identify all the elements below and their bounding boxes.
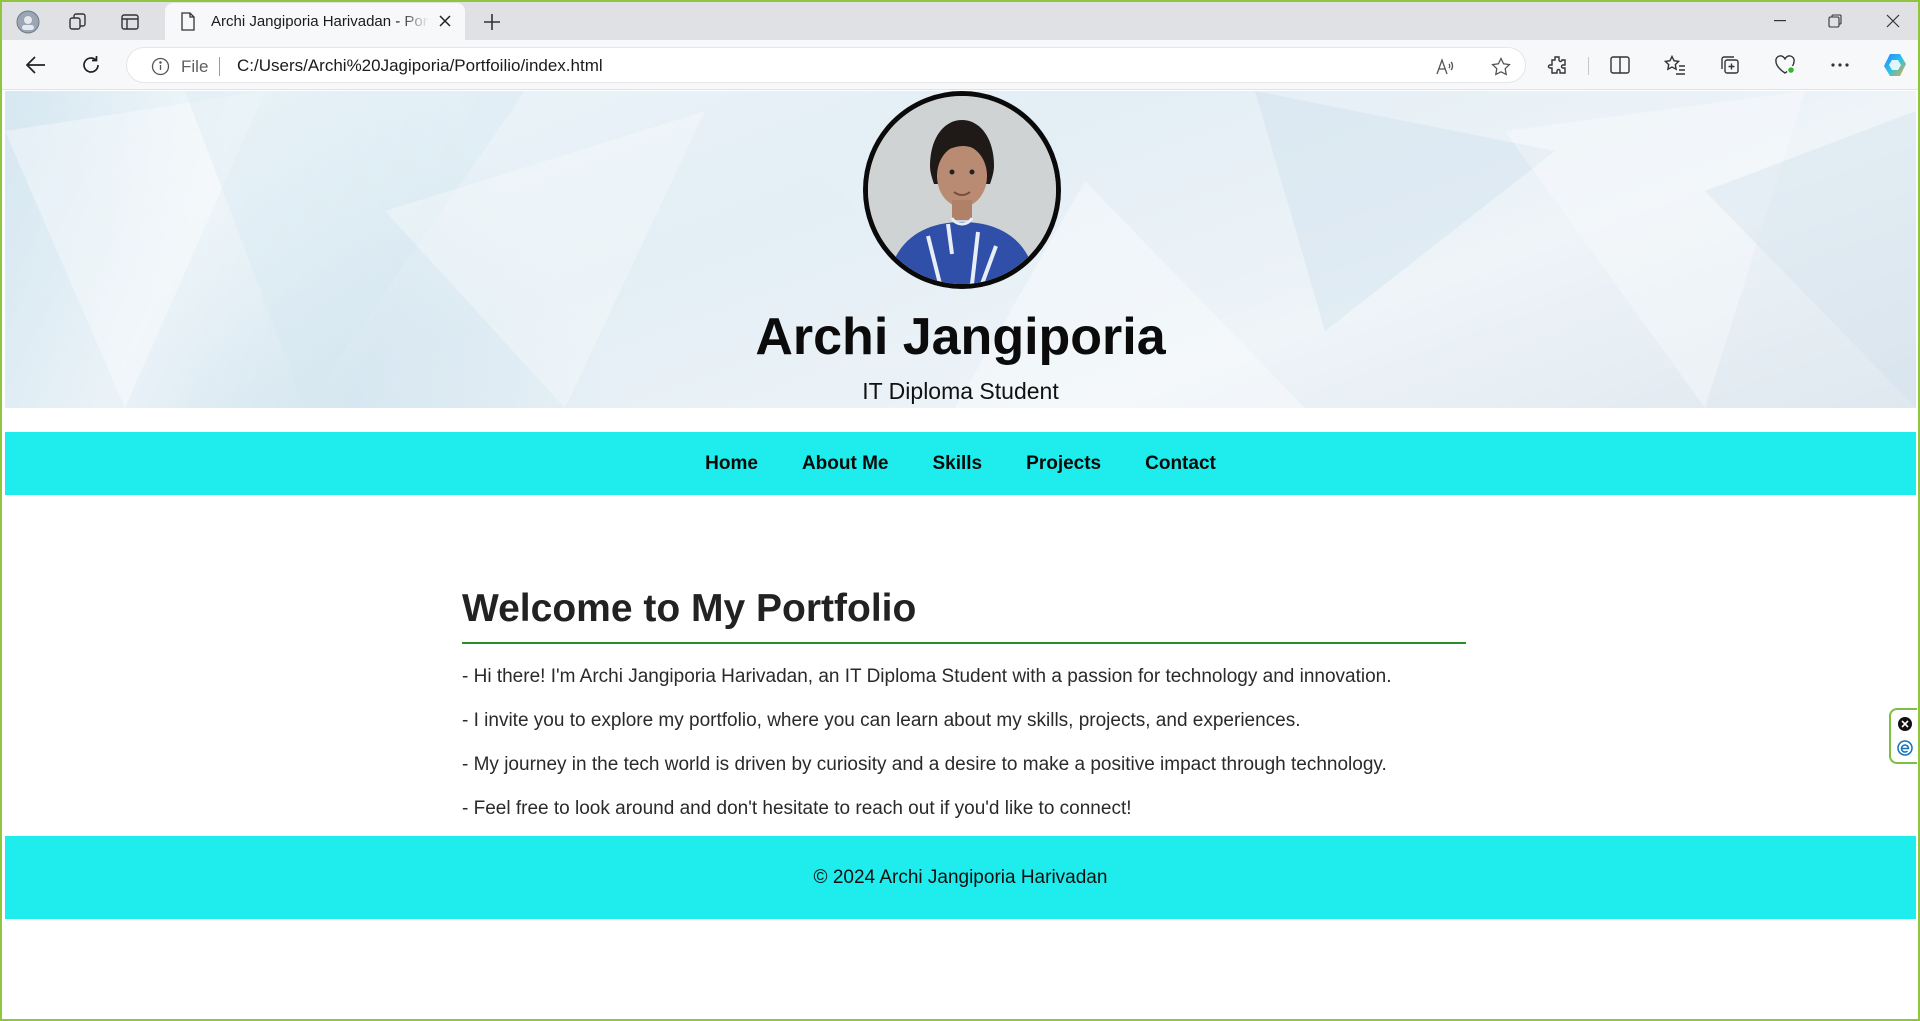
nav-item-about-me[interactable]: About Me (780, 453, 911, 475)
favorite-star-icon[interactable] (1490, 56, 1512, 78)
tab-bar: Archi Jangiporia Harivadan - Portfolio (2, 2, 1918, 40)
vertical-tabs-icon[interactable] (114, 6, 146, 38)
welcome-section: Welcome to My Portfolio - Hi there! I'm … (462, 587, 1466, 820)
back-arrow-icon[interactable] (20, 49, 52, 81)
profile-avatar-icon[interactable] (12, 6, 44, 38)
browser-toolbar: File C:/Users/Archi%20Jagiporia/Portfoil… (2, 40, 1918, 90)
profile-name: Archi Jangiporia (755, 308, 1166, 366)
close-circle-icon[interactable] (1897, 716, 1913, 737)
collections-icon[interactable] (1714, 49, 1746, 81)
address-bar[interactable]: File C:/Users/Archi%20Jagiporia/Portfoil… (126, 47, 1526, 83)
hero-header: Archi Jangiporia IT Diploma Student (5, 91, 1916, 408)
webpage: Archi Jangiporia IT Diploma Student Home… (5, 91, 1916, 1019)
main-nav: Home About Me Skills Projects Contact (5, 432, 1916, 495)
page-footer: © 2024 Archi Jangiporia Harivadan (5, 836, 1916, 919)
page-icon (180, 12, 196, 36)
copilot-icon[interactable] (1879, 49, 1911, 81)
welcome-paragraph: - I invite you to explore my portfolio, … (462, 710, 1301, 731)
nav-item-projects[interactable]: Projects (1004, 453, 1123, 475)
nav-item-contact[interactable]: Contact (1123, 453, 1238, 475)
close-tab-icon[interactable] (437, 13, 453, 34)
restore-icon[interactable] (1812, 2, 1858, 40)
side-widget (1889, 708, 1917, 764)
minimize-icon[interactable] (1757, 2, 1803, 40)
welcome-heading: Welcome to My Portfolio (462, 587, 1466, 644)
nav-item-home[interactable]: Home (683, 453, 780, 475)
profile-subtitle: IT Diploma Student (862, 378, 1059, 404)
close-window-icon[interactable] (1870, 2, 1916, 40)
edge-e-icon[interactable] (1897, 740, 1913, 761)
nav-item-skills[interactable]: Skills (910, 453, 1004, 475)
workspaces-icon[interactable] (62, 6, 94, 38)
welcome-paragraph: - My journey in the tech world is driven… (462, 754, 1387, 775)
read-aloud-icon[interactable] (1435, 56, 1457, 78)
split-screen-icon[interactable] (1604, 49, 1636, 81)
browser-essentials-icon[interactable] (1769, 49, 1801, 81)
new-tab-icon[interactable] (476, 6, 508, 38)
profile-photo (863, 91, 1061, 289)
extensions-icon[interactable] (1541, 49, 1573, 81)
refresh-icon[interactable] (75, 49, 107, 81)
footer-copyright: © 2024 Archi Jangiporia Harivadan (813, 866, 1108, 888)
site-info-icon[interactable] (151, 57, 170, 81)
browser-window: Archi Jangiporia Harivadan - Portfolio (2, 2, 1918, 1019)
welcome-paragraph: - Feel free to look around and don't hes… (462, 798, 1132, 819)
url-text[interactable]: C:/Users/Archi%20Jagiporia/Portfoilio/in… (237, 56, 603, 76)
portrait-image (868, 96, 1056, 284)
tab-active[interactable]: Archi Jangiporia Harivadan - Portfolio (165, 3, 465, 40)
tab-title: Archi Jangiporia Harivadan - Portfolio (211, 13, 429, 30)
more-options-icon[interactable] (1824, 49, 1856, 81)
favorites-icon[interactable] (1659, 49, 1691, 81)
address-scheme-label: File (181, 57, 209, 76)
welcome-paragraph: - Hi there! I'm Archi Jangiporia Harivad… (462, 666, 1392, 687)
